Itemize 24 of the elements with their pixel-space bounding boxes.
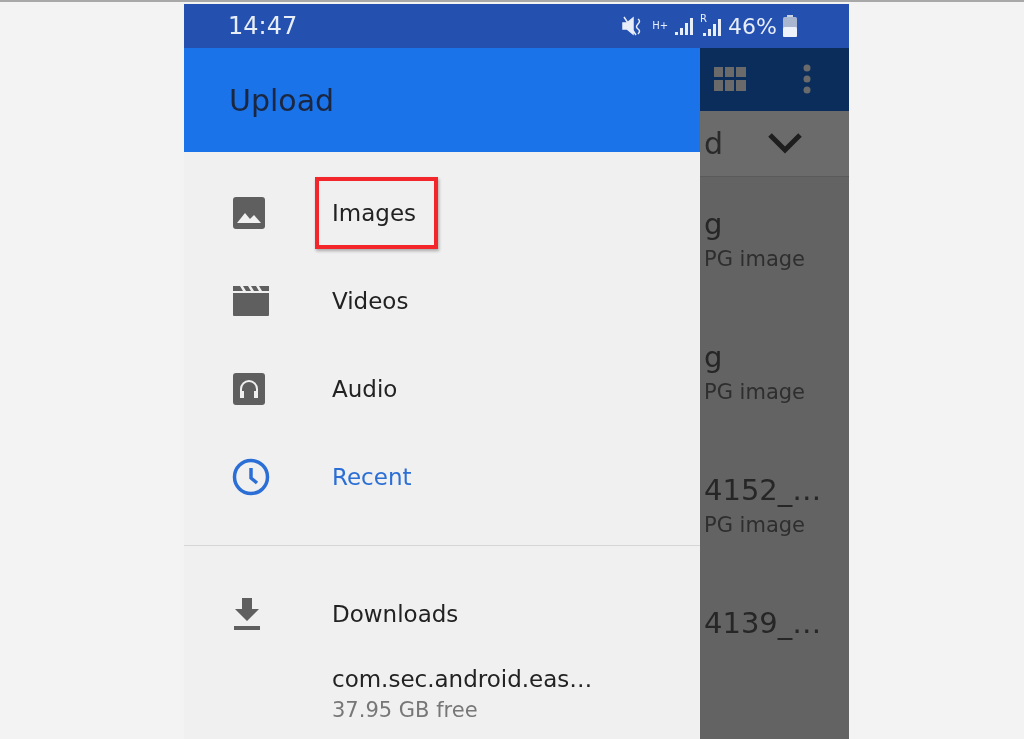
drawer-item[interactable]: Downloads	[184, 570, 700, 658]
headphones-icon	[232, 372, 266, 406]
drawer-item[interactable]: Audio	[184, 345, 700, 433]
network-type: H+	[652, 21, 669, 31]
chevron-down-icon[interactable]	[767, 132, 803, 155]
signal-icon	[674, 17, 695, 35]
drawer-item[interactable]: Videos	[184, 257, 700, 345]
roaming-label: R	[700, 14, 708, 24]
drawer-item[interactable]: Recent	[184, 433, 700, 521]
drawer-item[interactable]: Images	[184, 169, 700, 257]
clapper-icon	[232, 285, 270, 317]
battery-icon	[783, 15, 797, 37]
grid-icon[interactable]	[714, 67, 746, 92]
download-icon	[232, 597, 262, 631]
clock-icon	[232, 458, 270, 496]
storage-free: 37.95 GB free	[332, 698, 479, 722]
signal-icon	[700, 16, 723, 36]
sort-label: d	[704, 125, 724, 161]
battery-percent: 46%	[728, 13, 777, 39]
more-icon[interactable]	[803, 64, 811, 95]
clock-time: 14:47	[228, 12, 298, 40]
storage-name[interactable]: com.sec.android.eas…	[332, 666, 700, 692]
image-icon	[232, 196, 266, 230]
drawer-title: Upload	[229, 82, 335, 118]
